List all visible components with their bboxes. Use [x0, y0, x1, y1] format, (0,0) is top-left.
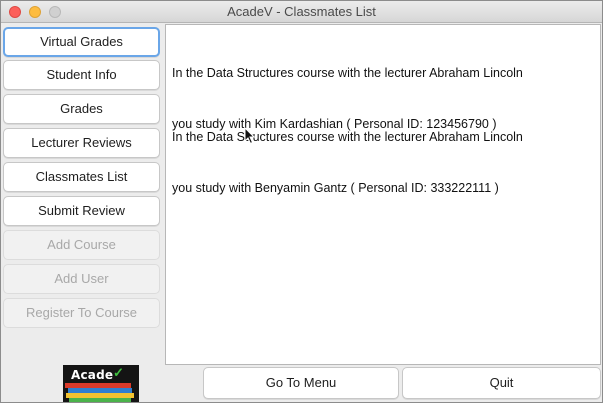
classmate-entry: In the Data Structures course with the l…	[172, 95, 523, 231]
go-to-menu-button[interactable]: Go To Menu	[203, 367, 399, 399]
grades-button[interactable]: Grades	[3, 94, 160, 124]
submit-review-button[interactable]: Submit Review	[3, 196, 160, 226]
add-course-button: Add Course	[3, 230, 160, 260]
acadev-logo: Acade ✓	[63, 365, 139, 402]
mouse-pointer-icon	[244, 127, 256, 145]
lecturer-reviews-button[interactable]: Lecturer Reviews	[3, 128, 160, 158]
logo-text: Acade	[71, 368, 114, 382]
app-window: AcadeV - Classmates List Virtual Grades …	[0, 0, 603, 403]
student-info-button[interactable]: Student Info	[3, 60, 160, 90]
virtual-grades-button[interactable]: Virtual Grades	[3, 27, 160, 57]
register-to-course-button: Register To Course	[3, 298, 160, 328]
classmate-entry-line1: In the Data Structures course with the l…	[172, 66, 523, 80]
quit-button[interactable]: Quit	[402, 367, 601, 399]
classmate-entry-line2: you study with Benyamin Gantz ( Personal…	[172, 181, 499, 195]
classmate-entry-line1: In the Data Structures course with the l…	[172, 130, 523, 144]
window-title: AcadeV - Classmates List	[227, 4, 376, 19]
title-bar[interactable]: AcadeV - Classmates List	[1, 1, 602, 23]
classmates-list-button[interactable]: Classmates List	[3, 162, 160, 192]
check-icon: ✓	[113, 365, 124, 380]
sidebar: Virtual Grades Student Info Grades Lectu…	[1, 23, 162, 402]
add-user-button: Add User	[3, 264, 160, 294]
classmates-list-panel[interactable]: In the Data Structures course with the l…	[165, 24, 601, 365]
